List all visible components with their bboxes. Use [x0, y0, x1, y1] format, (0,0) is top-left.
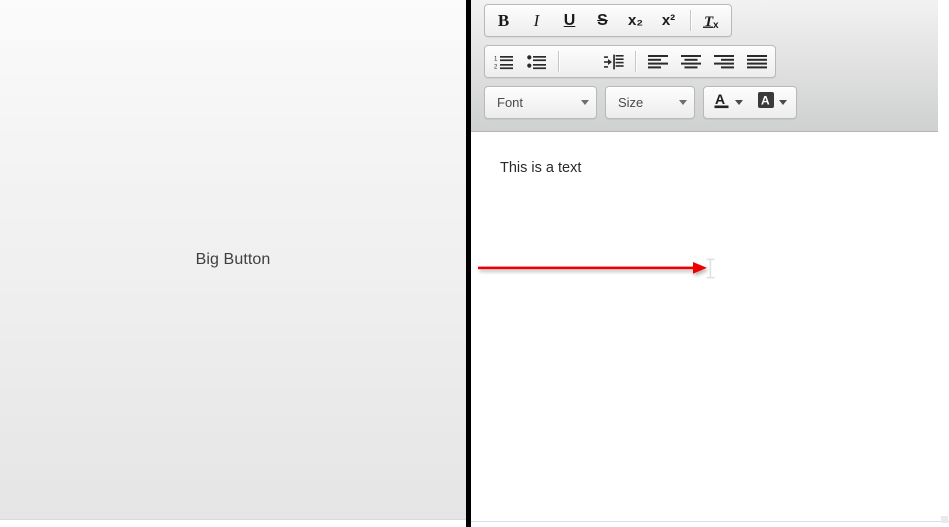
bulleted-list-icon [526, 54, 547, 70]
toolbar-separator [635, 51, 636, 72]
strikethrough-button[interactable]: S [586, 6, 619, 35]
svg-text:2: 2 [494, 64, 498, 70]
editor-toolbar: B I U S x₂ x² T x 1 2 Font Size A A [471, 0, 938, 132]
align-left-icon [647, 54, 668, 70]
window-bottom-frame [471, 521, 949, 527]
align-center-button[interactable] [674, 47, 707, 76]
superscript-icon: x² [661, 12, 676, 29]
background-color-icon: A [757, 90, 776, 115]
increase-indent-icon [603, 54, 624, 70]
strikethrough-icon: S [597, 11, 608, 29]
editor-right-gutter [938, 0, 949, 527]
subscript-button[interactable]: x₂ [619, 6, 652, 35]
font-dropdown-label: Font [497, 95, 524, 110]
toolbar-group-colors: A A [703, 86, 797, 119]
justify-button[interactable] [740, 47, 773, 76]
chevron-down-icon [581, 100, 589, 105]
align-right-button[interactable] [707, 47, 740, 76]
align-center-icon [680, 54, 701, 70]
text-color-button[interactable]: A [706, 88, 750, 117]
size-dropdown[interactable]: Size [605, 86, 695, 119]
svg-text:A: A [761, 94, 770, 108]
toolbar-row-paragraph: 1 2 [484, 45, 938, 86]
background-color-button[interactable]: A [750, 88, 794, 117]
svg-text:x: x [713, 20, 719, 31]
svg-text:1: 1 [494, 56, 498, 62]
toolbar-separator [690, 10, 691, 31]
bold-icon: B [497, 11, 510, 30]
chevron-down-icon [735, 100, 743, 105]
italic-icon: I [533, 11, 540, 30]
chevron-down-icon [679, 100, 687, 105]
svg-text:A: A [715, 91, 725, 107]
size-dropdown-label: Size [618, 95, 644, 110]
toolbar-row-styles: Font Size A A [484, 86, 938, 127]
toolbar-separator [558, 51, 559, 72]
screen-root: Big Button B I U S x₂ x² T x 1 2 Font Si… [0, 0, 949, 527]
align-left-button[interactable] [641, 47, 674, 76]
bold-button[interactable]: B [487, 6, 520, 35]
numbered-list-icon: 1 2 [494, 54, 514, 70]
toolbar-group-paragraph: 1 2 [484, 45, 776, 78]
left-panel: Big Button [0, 0, 466, 520]
font-dropdown[interactable]: Font [484, 86, 597, 119]
numbered-list-button[interactable]: 1 2 [487, 47, 520, 76]
rich-text-editor: B I U S x₂ x² T x 1 2 Font Size A A This… [471, 0, 949, 527]
toolbar-row-text-styles: B I U S x₂ x² T x [484, 4, 938, 45]
editor-content-text[interactable]: This is a text [500, 160, 581, 176]
remove-format-button[interactable]: T x [696, 6, 729, 35]
window-resize-corner[interactable] [941, 516, 948, 523]
superscript-button[interactable]: x² [652, 6, 685, 35]
text-color-icon: A [713, 90, 732, 115]
italic-button[interactable]: I [520, 6, 553, 35]
toolbar-group-basicstyles: B I U S x₂ x² T x [484, 4, 732, 37]
bulleted-list-button[interactable] [520, 47, 553, 76]
justify-icon [746, 54, 767, 70]
editor-content-area[interactable]: This is a text [471, 133, 938, 526]
big-button-label[interactable]: Big Button [196, 251, 271, 269]
remove-format-icon: T x [702, 11, 724, 31]
align-right-icon [713, 54, 734, 70]
increase-indent-button[interactable] [597, 47, 630, 76]
underline-button[interactable]: U [553, 6, 586, 35]
chevron-down-icon [779, 100, 787, 105]
underline-icon: U [563, 11, 576, 29]
subscript-icon: x₂ [627, 12, 643, 29]
